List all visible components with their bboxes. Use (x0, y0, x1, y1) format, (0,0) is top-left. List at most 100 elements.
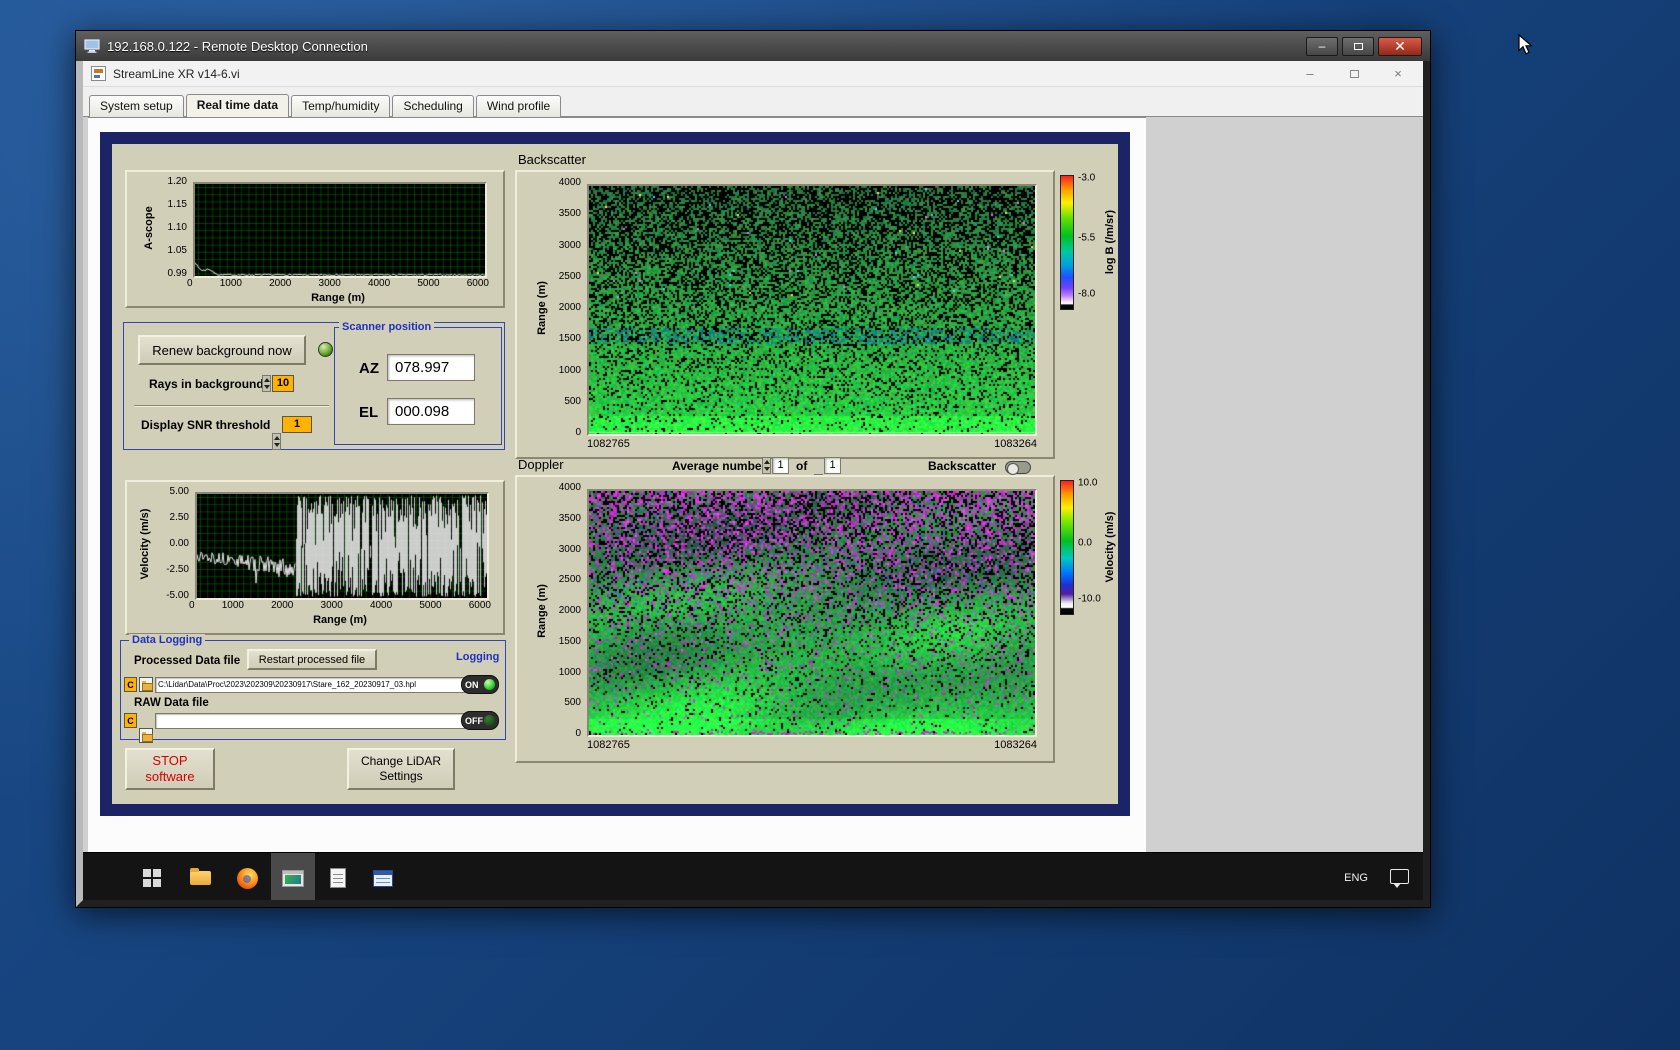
tick-label: 3500 (559, 513, 581, 525)
mouse-cursor (1518, 34, 1538, 56)
file-explorer-button[interactable] (178, 853, 222, 900)
tick-label: 5000 (417, 278, 439, 289)
tick-label: 1.20 (168, 176, 187, 188)
raw-drive-letter[interactable]: C (124, 713, 137, 728)
tick-label: 4000 (559, 482, 581, 494)
tick-label: 3000 (559, 544, 581, 556)
rdp-close-button[interactable]: ✕ (1378, 37, 1422, 56)
average-number-spinner[interactable] (762, 457, 771, 474)
app-maximize-button[interactable] (1341, 65, 1367, 83)
background-controls-box: Renew background now Rays in background … (123, 322, 505, 450)
firefox-button[interactable] (225, 853, 269, 900)
tick-label: 2000 (271, 600, 293, 611)
raw-browse-folder-icon[interactable] (139, 728, 153, 743)
tick-label: 2.50 (170, 512, 189, 524)
tick-label: 1.15 (168, 199, 187, 211)
rdp-window-title: 192.168.0.122 - Remote Desktop Connectio… (107, 39, 368, 54)
tick-label: -3.0 (1078, 173, 1095, 184)
doppler-x-labels: 1082765 1083264 (587, 739, 1037, 751)
rays-in-background-spinner[interactable] (262, 375, 271, 392)
firefox-icon (237, 868, 258, 889)
ascope-x-axis-label: Range (m) (193, 292, 483, 304)
taskbar: ENG (83, 852, 1423, 900)
rdp-titlebar[interactable]: 192.168.0.122 - Remote Desktop Connectio… (76, 31, 1430, 61)
change-lidar-settings-button[interactable]: Change LiDAR Settings (347, 748, 455, 790)
restart-processed-file-button[interactable]: Restart processed file (247, 649, 377, 670)
stop-button-line1: STOP (152, 753, 187, 769)
tab-wind-profile[interactable]: Wind profile (476, 95, 561, 117)
windows-logo-icon (143, 869, 161, 887)
tick-label: 0 (189, 600, 195, 611)
average-number-label: Average number (672, 459, 766, 473)
app-titlebar[interactable]: StreamLine XR v14-6.vi – × (83, 61, 1423, 87)
tick-label: 2000 (559, 605, 581, 617)
processed-drive-letter[interactable]: C (124, 677, 137, 692)
streamline-app-button[interactable] (271, 853, 315, 900)
rdp-minimize-button[interactable]: – (1306, 37, 1338, 56)
renew-background-button[interactable]: Renew background now (138, 335, 306, 365)
ascope-x-ticks: 0100020003000400050006000 (187, 278, 489, 289)
tick-label: 0 (575, 427, 581, 439)
velocity-x-axis-label: Range (m) (195, 614, 485, 626)
doppler-y-axis-label: Range (m) (536, 584, 548, 638)
notes-app-icon (373, 870, 393, 887)
raw-logging-led (484, 715, 495, 726)
snr-threshold-label: Display SNR threshold (141, 418, 270, 432)
ascope-y-ticks: 1.201.151.101.050.99 (157, 176, 187, 280)
app-close-button[interactable]: × (1385, 65, 1411, 83)
backscatter-doppler-switch[interactable] (1005, 461, 1031, 474)
ascope-y-axis-label: A-scope (143, 206, 155, 249)
tick-label: 1000 (220, 278, 242, 289)
scan-scheduler-button[interactable] (316, 853, 360, 900)
az-value-field[interactable]: 078.997 (387, 354, 475, 381)
tick-label: 2500 (559, 574, 581, 586)
processed-path-field[interactable]: C:\Lidar\Data\Proc\2023\202309\20230917\… (155, 677, 465, 693)
tab-real-time-data[interactable]: Real time data (186, 94, 289, 118)
action-center-icon[interactable] (1390, 869, 1409, 884)
rdp-window: 192.168.0.122 - Remote Desktop Connectio… (75, 30, 1431, 908)
backscatter-title: Backscatter (518, 152, 586, 167)
data-logging-title: Data Logging (129, 634, 205, 646)
desktop-background: 192.168.0.122 - Remote Desktop Connectio… (0, 0, 1680, 1050)
doppler-colorbar-label: Velocity (m/s) (1104, 512, 1116, 583)
start-button[interactable] (130, 853, 174, 900)
raw-logging-toggle[interactable]: OFF (461, 711, 499, 730)
language-indicator[interactable]: ENG (1336, 853, 1376, 900)
backscatter-y-ticks: 40003500300025002000150010005000 (551, 177, 581, 439)
el-value-field[interactable]: 000.098 (387, 398, 475, 425)
tick-label: -5.5 (1078, 233, 1095, 244)
processed-logging-led (484, 679, 495, 690)
tab-scheduling[interactable]: Scheduling (392, 95, 473, 117)
snr-threshold-spinner[interactable] (272, 433, 281, 450)
processed-browse-folder-icon[interactable] (139, 677, 153, 692)
tab-system-setup[interactable]: System setup (89, 95, 184, 117)
velocity-y-ticks: 5.002.500.00-2.50-5.00 (155, 486, 189, 602)
raw-data-file-label: RAW Data file (134, 697, 209, 709)
raw-path-field[interactable] (155, 713, 465, 729)
processed-logging-toggle[interactable]: ON (461, 675, 499, 694)
raw-logging-state: OFF (465, 716, 483, 726)
velocity-graph-panel: Velocity (m/s) 5.002.500.00-2.50-5.00 01… (125, 480, 505, 635)
rays-in-background-field[interactable]: 10 (272, 375, 294, 392)
front-panel-outside-area (1146, 117, 1423, 852)
backscatter-y-axis-label: Range (m) (536, 281, 548, 335)
vi-icon (91, 66, 106, 81)
tab-strip: System setup Real time data Temp/humidit… (89, 94, 563, 117)
average-number-field[interactable]: 1 (772, 457, 789, 474)
tick-label: 500 (564, 697, 581, 709)
tick-label: -5.00 (166, 590, 189, 602)
el-label: EL (359, 404, 378, 421)
tick-label: 0.00 (170, 538, 189, 550)
app-window-title: StreamLine XR v14-6.vi (113, 67, 240, 81)
ascope-plot-canvas (193, 182, 487, 278)
velocity-plot-canvas (195, 492, 489, 600)
tick-label: 2000 (559, 302, 581, 314)
tick-label: -8.0 (1078, 288, 1095, 299)
stop-software-button[interactable]: STOP software (125, 748, 215, 790)
notes-app-button[interactable] (361, 853, 405, 900)
snr-threshold-field[interactable]: 1 (282, 416, 312, 433)
app-minimize-button[interactable]: – (1297, 65, 1323, 83)
tab-temp-humidity[interactable]: Temp/humidity (291, 95, 390, 117)
of-count-field[interactable]: 1 (824, 457, 841, 474)
rdp-restore-button[interactable] (1342, 37, 1374, 56)
